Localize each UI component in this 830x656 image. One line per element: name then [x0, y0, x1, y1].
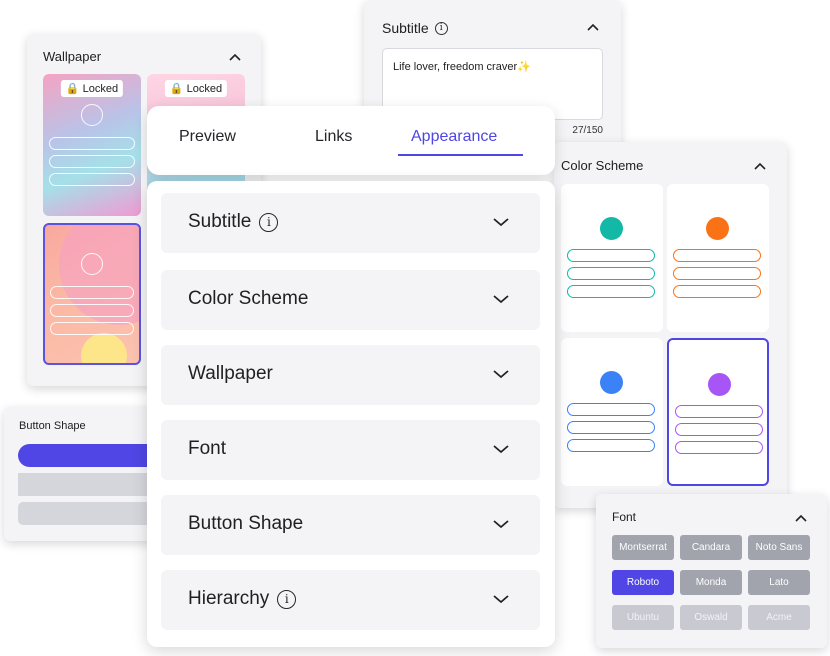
locked-label: Locked [186, 83, 223, 95]
info-icon[interactable]: i [434, 21, 448, 35]
avatar-outline [81, 253, 103, 275]
link-pill-outline [50, 286, 134, 299]
font-option[interactable]: Oswald [680, 605, 742, 630]
button-shape-option-pill[interactable] [18, 444, 164, 467]
color-scheme-title: Color Scheme [561, 158, 644, 173]
tab-preview[interactable]: Preview [179, 128, 236, 146]
accordion-label: Hierarchy [188, 588, 270, 609]
info-icon[interactable]: i [277, 589, 297, 609]
link-pill-outline [50, 304, 134, 317]
subtitle-card-header: Subtitle i [382, 20, 448, 36]
accordion-hierarchy[interactable]: Hierarchy i [161, 570, 540, 630]
link-pill-preview [675, 423, 763, 436]
link-pill-preview [567, 439, 655, 452]
link-pill-outline [50, 322, 134, 335]
accordion-label: Color Scheme [188, 288, 309, 309]
color-dot [600, 371, 623, 394]
font-card-title: Font [612, 510, 637, 524]
tab-appearance[interactable]: Appearance [411, 128, 497, 146]
link-pill-preview [673, 285, 761, 298]
link-pill-preview [567, 421, 655, 434]
chevron-down-icon [493, 445, 509, 454]
locked-badge: 🔒 Locked [164, 80, 228, 97]
locked-badge: 🔒 Locked [60, 80, 124, 97]
link-pill-preview [567, 285, 655, 298]
appearance-panel: Subtitle i Color Scheme Wallpaper Font Bu… [147, 181, 555, 647]
color-dot [708, 373, 731, 396]
locked-label: Locked [82, 83, 119, 95]
button-shape-title: Button Shape [19, 420, 86, 432]
link-pill-outline [49, 155, 135, 168]
chevron-up-icon[interactable] [794, 511, 808, 525]
chevron-up-icon[interactable] [586, 20, 600, 34]
chevron-down-icon [493, 520, 509, 529]
color-scheme-option[interactable] [667, 338, 769, 486]
link-pill-preview [675, 441, 763, 454]
link-pill-preview [567, 403, 655, 416]
color-scheme-option[interactable] [561, 338, 663, 486]
wallpaper-thumb-1[interactable]: 🔒 Locked [43, 74, 141, 216]
color-scheme-card: Color Scheme [554, 142, 787, 508]
accordion-button-shape[interactable]: Button Shape [161, 495, 540, 555]
accordion-color-scheme[interactable]: Color Scheme [161, 270, 540, 330]
accordion-subtitle[interactable]: Subtitle i [161, 193, 540, 253]
font-option[interactable]: Candara [680, 535, 742, 560]
font-option[interactable]: Roboto [612, 570, 674, 595]
accordion-label: Button Shape [188, 513, 304, 534]
accordion-label: Wallpaper [188, 363, 273, 384]
color-scheme-option[interactable] [667, 184, 769, 332]
font-option[interactable]: Ubuntu [612, 605, 674, 630]
color-dot [706, 217, 729, 240]
wallpaper-shape [81, 333, 127, 363]
chevron-up-icon[interactable] [228, 50, 242, 64]
wallpaper-card-title: Wallpaper [43, 49, 102, 64]
link-pill-outline [49, 137, 135, 150]
link-pill-preview [673, 249, 761, 262]
avatar-outline [81, 104, 103, 126]
active-tab-indicator [398, 154, 523, 156]
button-shape-option-square[interactable] [18, 473, 164, 496]
tab-links[interactable]: Links [315, 128, 352, 146]
accordion-label: Font [188, 438, 227, 459]
tabs-bar: Preview Links Appearance [147, 106, 555, 175]
button-shape-option-rounded[interactable] [18, 502, 164, 525]
info-icon[interactable]: i [259, 212, 279, 232]
chevron-down-icon [493, 218, 509, 227]
link-pill-outline [49, 173, 135, 186]
font-option[interactable]: Acme [748, 605, 810, 630]
character-counter: 27/150 [572, 125, 603, 136]
subtitle-card-title: Subtitle [382, 20, 429, 36]
chevron-down-icon [493, 295, 509, 304]
button-shape-card: Button Shape [4, 407, 164, 541]
accordion-label: Subtitle [188, 211, 252, 232]
color-dot [600, 217, 623, 240]
accordion-font[interactable]: Font [161, 420, 540, 480]
wallpaper-thumb-3-selected[interactable] [43, 223, 141, 365]
font-option[interactable]: Noto Sans [748, 535, 810, 560]
chevron-down-icon [493, 595, 509, 604]
chevron-down-icon [493, 370, 509, 379]
color-scheme-option[interactable] [561, 184, 663, 332]
link-pill-preview [673, 267, 761, 280]
font-option[interactable]: Monda [680, 570, 742, 595]
font-option[interactable]: Lato [748, 570, 810, 595]
link-pill-preview [567, 249, 655, 262]
link-pill-preview [675, 405, 763, 418]
accordion-wallpaper[interactable]: Wallpaper [161, 345, 540, 405]
font-card: Font Montserrat Candara Noto Sans Roboto Mon… [596, 494, 827, 648]
link-pill-preview [567, 267, 655, 280]
chevron-up-icon[interactable] [753, 159, 767, 173]
font-option[interactable]: Montserrat [612, 535, 674, 560]
